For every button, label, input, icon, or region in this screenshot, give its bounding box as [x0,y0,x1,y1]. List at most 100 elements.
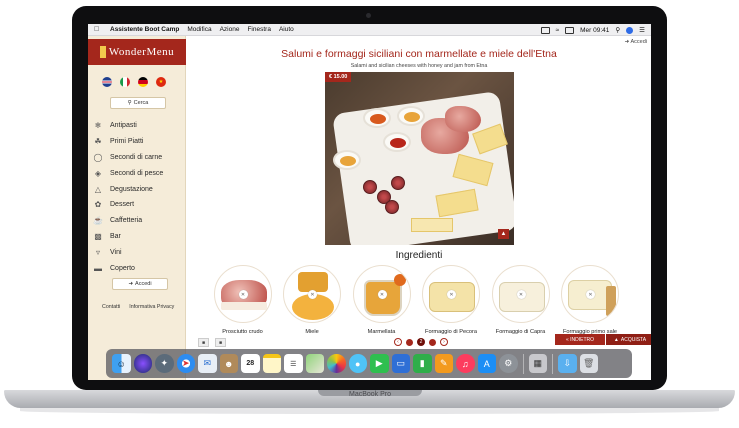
wondermenu-logo[interactable]: WonderMenu [88,39,186,65]
info-icon[interactable]: ✕ [516,290,526,299]
ingredient-name: Prosciutto crudo [222,329,263,335]
sidebar-item-label: Secondi di carne [110,153,163,161]
system-preferences-icon[interactable]: ⚙ [499,354,518,373]
category-menu: ❄ Antipasti ☘ Primi Piatti ◯ Secondi di … [91,118,186,276]
downloads-folder-icon[interactable]: ⇩ [558,354,577,373]
ingredient-card[interactable]: ✕ Formaggio primo sale [560,265,621,335]
boot-camp-icon[interactable]: ▦ [528,354,547,373]
sidebar-item-dessert[interactable]: ✿ Dessert [91,197,186,213]
laptop-model-label: MacBook Pro [348,391,392,398]
logo-text: WonderMenu [108,46,175,58]
sidebar-item-coperto[interactable]: ▬ Coperto [91,260,186,276]
ingredient-card[interactable]: ✕ Formaggio di Pecora [421,265,482,335]
back-button[interactable]: « INDIETRO [555,334,605,345]
ingredient-name: Marmellata [367,329,396,335]
calendar-icon[interactable]: 28 [241,354,260,373]
battery-icon[interactable] [565,26,575,34]
sidebar-item-label: Dessert [110,201,135,209]
search-icon: ⚲ [127,100,132,106]
menu-modifica[interactable]: Modifica [187,26,211,33]
sidebar-item-caffetteria[interactable]: ☕ Caffetteria [91,213,186,229]
info-icon[interactable]: ✕ [308,290,317,299]
contacts-icon[interactable]: ☻ [219,354,238,373]
sidebar-item-bar[interactable]: ▩ Bar [91,229,186,245]
menu-bar:  Assistente Boot Camp Modifica Azione F… [88,24,651,36]
spotlight-icon[interactable]: ⚲ [615,26,620,34]
info-icon[interactable]: ✕ [238,290,248,299]
siri-icon[interactable] [626,26,634,34]
chinese-flag-icon[interactable]: ★ [156,77,166,87]
pager-dot[interactable] [406,338,413,346]
dessert-icon: ✿ [94,200,102,210]
info-icon[interactable]: ✕ [447,290,456,299]
buy-button[interactable]: ▲ ACQUISTA [606,334,651,345]
ingredient-name: Formaggio di Capra [495,329,546,335]
messages-icon[interactable]: ● [348,354,367,373]
ingredient-card[interactable]: ✕ Formaggio di Capra [490,265,551,335]
sidebar-item-antipasti[interactable]: ❄ Antipasti [91,118,186,134]
siri-icon[interactable] [133,354,152,373]
menu-azione[interactable]: Azione [220,26,240,33]
app-store-icon[interactable]: A [477,354,496,373]
fish-icon: ◈ [94,168,102,178]
trash-icon[interactable]: 🗑 [579,354,598,373]
coffee-icon: ☕ [93,216,103,226]
bar-icon: ▩ [94,231,102,241]
logo-mark [99,46,106,58]
italian-flag-icon[interactable] [120,77,130,87]
sidebar-item-secondi-carne[interactable]: ◯ Secondi di carne [91,150,186,166]
launchpad-icon[interactable]: ✦ [155,354,174,373]
finder-icon[interactable]: ☺ [112,354,131,373]
info-icon[interactable]: ✕ [377,290,387,299]
sidebar-item-secondi-pesce[interactable]: ◈ Secondi di pesce [91,165,186,181]
pages-icon[interactable]: ✎ [434,354,453,373]
login-icon: ➜ [624,39,630,45]
german-flag-icon[interactable] [138,77,148,87]
login-button[interactable]: ➜ Accedi [112,278,168,290]
menu-aiuto[interactable]: Aiuto [279,26,294,33]
sidebar-item-degustazione[interactable]: △ Degustazione [91,181,186,197]
salami-slice [385,200,399,214]
english-flag-icon[interactable] [102,77,112,87]
ingredient-card[interactable]: ✕ Marmellata [351,265,412,335]
privacy-link[interactable]: Informativa Privacy [129,304,174,310]
sidebar-item-primi-piatti[interactable]: ☘ Primi Piatti [91,134,186,150]
header-login-link[interactable]: ➜ Accedi [625,39,647,45]
photos-icon[interactable] [327,354,346,373]
keynote-icon[interactable]: ▭ [391,354,410,373]
music-icon[interactable]: ♫ [456,354,475,373]
login-label: Accedi [135,281,152,287]
prosciutto [445,106,481,132]
pager-dot[interactable] [429,338,436,346]
mail-icon[interactable]: ✉ [198,354,217,373]
pager-dot-current[interactable]: 2 [417,338,425,346]
contacts-link[interactable]: Contatti [102,304,120,310]
menu-finestra[interactable]: Finestra [247,26,270,33]
ingredient-card[interactable]: ✕ Prosciutto crudo [212,265,273,335]
airplay-icon[interactable] [540,26,550,34]
safari-icon[interactable]: ➤ [176,354,195,373]
price-badge: € 15.00 [325,72,352,82]
sidebar-item-label: Antipasti [110,122,137,130]
cart-button[interactable]: ▲ [498,229,509,239]
dish-photo: € 15.00 ▲ [325,72,514,245]
reminders-icon[interactable]: ☰ [284,354,303,373]
meat-icon: ◯ [93,152,103,162]
ingredient-card[interactable]: ✕ Miele [282,265,343,335]
pager-prev-icon[interactable]: ‹ [394,338,402,346]
numbers-icon[interactable]: ▮ [413,354,432,373]
clock[interactable]: Mer 09:41 [580,27,609,34]
app-menu[interactable]: Assistente Boot Camp [110,26,179,33]
search-button[interactable]: ⚲ Cerca [110,97,166,109]
info-icon[interactable]: ✕ [586,290,595,299]
honey-bowl [333,150,361,170]
pager-next-icon[interactable]: › [440,338,448,346]
wifi-icon[interactable]: ≈ [556,27,560,34]
notes-icon[interactable] [262,354,281,373]
salami-slice [391,176,405,190]
maps-icon[interactable] [305,354,324,373]
facetime-icon[interactable]: ▶ [370,354,389,373]
sidebar-item-vini[interactable]: ▿ Vini [91,244,186,260]
apple-menu-icon[interactable]:  [94,26,104,33]
notification-center-icon[interactable]: ☰ [639,26,645,34]
